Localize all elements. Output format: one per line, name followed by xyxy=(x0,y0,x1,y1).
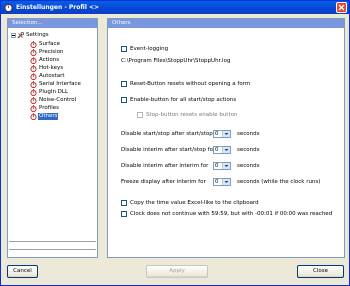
spinner-label-4: Freeze display after interim for xyxy=(121,179,206,185)
stop-button-label: Stop-button resets enable button xyxy=(146,112,238,118)
close-button[interactable]: Close xyxy=(297,265,344,278)
cancel-button[interactable]: Cancel xyxy=(7,265,38,278)
divider xyxy=(9,249,96,250)
app-icon xyxy=(4,3,13,12)
spinner-unit-1: seconds xyxy=(237,131,260,137)
enable-button-label: Enable-button for all start/stop actions xyxy=(130,97,237,103)
stopwatch-icon xyxy=(30,65,37,73)
selection-panel-header: Selection... xyxy=(8,19,97,28)
close-icon[interactable] xyxy=(336,2,347,13)
tree-item-autostart[interactable]: Autostart xyxy=(30,73,66,81)
tree-item-noise-control[interactable]: Noise-Control xyxy=(30,97,77,105)
spinner-label-2: Disable interim after start/stop for xyxy=(121,147,216,153)
tree-item-precision[interactable]: Precision xyxy=(30,49,65,57)
stopwatch-icon xyxy=(30,113,37,121)
tree-item-label: Autostart xyxy=(39,73,65,79)
spinner-unit-3: seconds xyxy=(237,163,260,169)
tree-item-label: Noise-Control xyxy=(39,97,77,103)
freeze-display-spinner[interactable]: 0 xyxy=(213,178,231,186)
tree-item-label: Others xyxy=(38,113,59,120)
spinner-value: 0 xyxy=(215,179,219,185)
tree-item-serial-interface[interactable]: Serial Interface xyxy=(30,81,82,89)
disable-interim-after-interim-spinner[interactable]: 0 xyxy=(213,162,231,170)
stopwatch-icon xyxy=(30,73,37,81)
spinner-label-3: Disable interim after interim for xyxy=(121,163,209,169)
clock-continue-checkbox[interactable] xyxy=(121,211,127,217)
tree-item-label: Precision xyxy=(39,49,64,55)
tree-collapse-toggle[interactable] xyxy=(11,33,16,38)
disable-start-stop-spinner[interactable]: 0 xyxy=(213,130,231,138)
chevron-down-icon[interactable] xyxy=(222,163,230,169)
copy-time-checkbox[interactable] xyxy=(121,200,127,206)
stopwatch-icon xyxy=(30,41,37,49)
tools-icon xyxy=(17,32,24,39)
tree-item-profiles[interactable]: Profiles xyxy=(30,105,60,113)
event-logging-checkbox[interactable] xyxy=(121,46,127,52)
spinner-unit-4: seconds (while the clock runs) xyxy=(237,179,321,185)
apply-button[interactable]: Apply xyxy=(146,265,208,278)
spinner-value: 0 xyxy=(215,163,219,169)
disable-interim-after-start-spinner[interactable]: 0 xyxy=(213,146,231,154)
chevron-down-icon[interactable] xyxy=(222,131,230,137)
stop-button-checkbox[interactable] xyxy=(137,112,143,118)
tree-item-label: Surface xyxy=(39,41,60,47)
event-logging-label: Event-logging xyxy=(130,46,169,52)
title-bar[interactable]: Einstellungen - Profil <> xyxy=(1,1,349,14)
divider xyxy=(9,241,96,242)
tree-item-others[interactable]: Others xyxy=(30,113,59,121)
spinner-label-1: Disable start/stop after start/stop for xyxy=(121,131,223,137)
tree-item-label: Actions xyxy=(39,57,60,63)
tree-item-label: Profiles xyxy=(39,105,59,111)
window-title: Einstellungen - Profil <> xyxy=(16,4,100,11)
tree-root-label: Settings xyxy=(26,32,49,38)
spinner-value: 0 xyxy=(215,131,219,137)
tree-item-hot-keys[interactable]: Hot-keys xyxy=(30,65,64,73)
stopwatch-icon xyxy=(30,105,37,113)
chevron-down-icon[interactable] xyxy=(222,147,230,153)
tree-root-settings[interactable]: Settings xyxy=(17,32,50,39)
stopwatch-icon xyxy=(30,49,37,57)
log-path-text: C:\Program Files\StoppUhr\StoppUhr.log xyxy=(121,58,231,64)
enable-button-checkbox[interactable] xyxy=(121,97,127,103)
chevron-down-icon[interactable] xyxy=(222,179,230,185)
copy-time-label: Copy the time value Excel-like to the cl… xyxy=(130,200,259,206)
spinner-unit-2: seconds xyxy=(237,147,260,153)
tree-item-plugin-dll[interactable]: PlugIn DLL xyxy=(30,89,69,97)
tree-item-actions[interactable]: Actions xyxy=(30,57,60,65)
reset-button-checkbox[interactable] xyxy=(121,81,127,87)
stopwatch-icon xyxy=(30,81,37,89)
stopwatch-icon xyxy=(30,97,37,105)
settings-window: Einstellungen - Profil <> Selection... S… xyxy=(0,0,350,286)
stopwatch-icon xyxy=(30,89,37,97)
spinner-value: 0 xyxy=(215,147,219,153)
others-panel-header: Others xyxy=(108,19,344,28)
stopwatch-icon xyxy=(30,57,37,65)
reset-button-label: Reset-Button resets without opening a fo… xyxy=(130,81,251,87)
tree-item-label: PlugIn DLL xyxy=(39,89,69,95)
tree-item-label: Hot-keys xyxy=(39,65,64,71)
clock-continue-label: Clock does not continue with 59:59, but … xyxy=(130,211,333,217)
tree-item-label: Serial Interface xyxy=(39,81,81,87)
tree-item-surface[interactable]: Surface xyxy=(30,41,61,49)
others-panel: Others xyxy=(107,18,345,258)
